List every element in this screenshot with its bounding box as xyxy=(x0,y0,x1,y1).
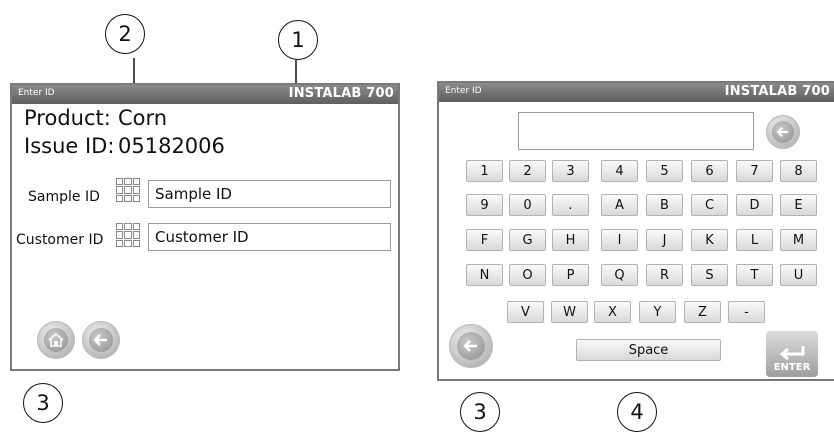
key-w[interactable]: W xyxy=(551,301,588,323)
callout-1: 1 xyxy=(278,20,318,60)
key-p[interactable]: P xyxy=(552,264,589,286)
callout-3-right: 3 xyxy=(460,392,500,432)
keyboard-window: Enter ID INSTALAB 700 1 2 3 4 5 6 7 8 9 … xyxy=(437,81,834,381)
key-period[interactable]: . xyxy=(552,194,589,216)
app-name: INSTALAB 700 xyxy=(288,86,394,101)
key-8[interactable]: 8 xyxy=(780,160,817,182)
home-icon xyxy=(44,328,68,352)
key-k[interactable]: K xyxy=(691,229,728,251)
customer-id-keypad-icon[interactable] xyxy=(116,223,140,247)
key-h[interactable]: H xyxy=(552,229,589,251)
key-r[interactable]: R xyxy=(646,264,683,286)
key-4[interactable]: 4 xyxy=(601,160,638,182)
key-9[interactable]: 9 xyxy=(466,194,503,216)
sample-id-field[interactable]: Sample ID xyxy=(148,180,391,208)
key-b[interactable]: B xyxy=(646,194,683,216)
key-o[interactable]: O xyxy=(509,264,546,286)
space-key[interactable]: Space xyxy=(576,339,721,361)
key-u[interactable]: U xyxy=(780,264,817,286)
enter-id-window: Enter ID INSTALAB 700 Product: Corn Issu… xyxy=(10,83,400,371)
key-a[interactable]: A xyxy=(601,194,638,216)
key-0[interactable]: 0 xyxy=(509,194,546,216)
issue-id-label: Issue ID: xyxy=(24,134,115,158)
enter-label: ENTER xyxy=(773,362,811,373)
issue-id-value: 05182006 xyxy=(118,134,225,158)
enter-button[interactable]: ENTER xyxy=(766,331,818,377)
key-7[interactable]: 7 xyxy=(736,160,773,182)
key-d[interactable]: D xyxy=(736,194,773,216)
keyboard-app-name: INSTALAB 700 xyxy=(724,84,830,99)
callout-2: 2 xyxy=(105,14,145,54)
key-g[interactable]: G xyxy=(509,229,546,251)
key-5[interactable]: 5 xyxy=(646,160,683,182)
callout-3-left: 3 xyxy=(23,383,63,423)
key-y[interactable]: Y xyxy=(639,301,676,323)
key-x[interactable]: X xyxy=(594,301,631,323)
key-j[interactable]: J xyxy=(646,229,683,251)
key-i[interactable]: I xyxy=(601,229,638,251)
customer-id-label: Customer ID xyxy=(16,232,104,248)
sample-id-keypad-icon[interactable] xyxy=(116,178,140,202)
window-title: Enter ID xyxy=(18,88,55,98)
callout-4: 4 xyxy=(617,392,657,432)
key-n[interactable]: N xyxy=(466,264,503,286)
key-6[interactable]: 6 xyxy=(691,160,728,182)
key-s[interactable]: S xyxy=(691,264,728,286)
key-c[interactable]: C xyxy=(691,194,728,216)
key-v[interactable]: V xyxy=(507,301,544,323)
product-value: Corn xyxy=(118,106,168,130)
enter-arrow-icon xyxy=(779,346,805,361)
key-t[interactable]: T xyxy=(736,264,773,286)
back-button[interactable] xyxy=(82,321,120,359)
home-button[interactable] xyxy=(37,321,75,359)
keyboard-window-title: Enter ID xyxy=(445,86,482,96)
key-1[interactable]: 1 xyxy=(466,160,503,182)
backspace-arrow-icon xyxy=(772,121,794,143)
key-l[interactable]: L xyxy=(736,229,773,251)
sample-id-label: Sample ID xyxy=(28,189,100,205)
back-button-keyboard[interactable] xyxy=(449,324,493,368)
title-bar-keyboard: Enter ID INSTALAB 700 xyxy=(439,83,834,102)
text-input-display[interactable] xyxy=(518,112,754,150)
key-3[interactable]: 3 xyxy=(552,160,589,182)
customer-id-field[interactable]: Customer ID xyxy=(148,223,391,251)
backspace-button[interactable] xyxy=(766,115,800,149)
title-bar: Enter ID INSTALAB 700 xyxy=(12,85,398,104)
key-f[interactable]: F xyxy=(466,229,503,251)
key-e[interactable]: E xyxy=(780,194,817,216)
product-label: Product: xyxy=(24,106,111,130)
key-q[interactable]: Q xyxy=(601,264,638,286)
key-2[interactable]: 2 xyxy=(509,160,546,182)
key-m[interactable]: M xyxy=(780,229,817,251)
back-arrow-icon xyxy=(89,328,113,352)
back-arrow-icon xyxy=(457,332,485,360)
key-dash[interactable]: - xyxy=(728,301,765,323)
key-z[interactable]: Z xyxy=(684,301,721,323)
